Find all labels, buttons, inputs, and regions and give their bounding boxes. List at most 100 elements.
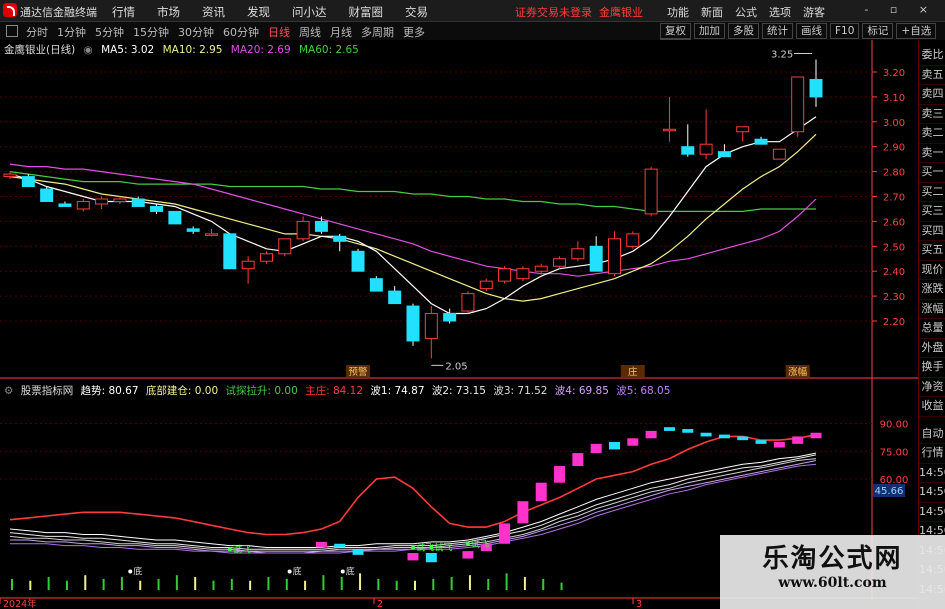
candle [150, 205, 164, 212]
wave4-value: 波4: 69.85 [554, 385, 609, 397]
side-panel-item-15[interactable]: 外盘 [919, 339, 945, 358]
candle [516, 268, 530, 280]
trend-bar [700, 432, 712, 437]
side-panel-bottom-item-0[interactable]: 自动 [919, 425, 945, 444]
price-label-2: 3.00 [883, 118, 905, 129]
price-label-8: 2.40 [883, 267, 905, 278]
trend-bar [682, 429, 694, 433]
wave5-value: 波5: 68.05 [616, 385, 671, 397]
wave2-value: 波2: 73.15 [431, 385, 486, 397]
candle [736, 126, 750, 133]
candle [131, 198, 145, 207]
side-panel-item-10[interactable]: 买五 [919, 241, 945, 261]
side-panel-separator [919, 417, 945, 425]
candle [479, 280, 493, 290]
side-panel-item-3[interactable]: 卖三 [919, 105, 945, 124]
side-panel-bottom-item-1[interactable]: 行情 [919, 444, 945, 464]
candle [241, 260, 255, 270]
trend-bar [718, 434, 730, 439]
candle [223, 233, 237, 270]
trend-bar [663, 427, 675, 431]
ind-label-1: 75.00 [880, 447, 909, 458]
side-panel-item-0[interactable]: 委比 [919, 46, 945, 66]
probe-dot [227, 547, 232, 552]
candle [259, 253, 273, 262]
side-panel-item-17[interactable]: 净资 [919, 378, 945, 397]
side-panel-item-8[interactable]: 买三 [919, 202, 945, 222]
di-dot [128, 569, 133, 574]
price-label-10: 2.20 [883, 317, 905, 328]
wave-line-2 [9, 454, 817, 550]
chart-area[interactable]: 3.20 3.10 3.00 2.90 2.80 2.70 2.60 2.50 2.40 2.30… [0, 0, 918, 609]
candle [443, 313, 457, 322]
candle [553, 258, 567, 267]
side-panel-item-14[interactable]: 总量 [919, 319, 945, 339]
side-panel-item-1[interactable]: 卖五 [919, 66, 945, 85]
circle-icon[interactable]: ◉ [84, 44, 93, 56]
candle [278, 238, 292, 255]
candle [314, 220, 328, 232]
side-panel-item-9[interactable]: 买四 [919, 222, 945, 241]
candle [699, 143, 713, 155]
side-panel-item-12[interactable]: 涨跌 [919, 280, 945, 300]
trend-bar [755, 440, 767, 444]
candle [113, 198, 127, 202]
trend-bar [407, 553, 419, 561]
candle [644, 168, 658, 215]
probe-dot [465, 541, 470, 546]
trend-bar [645, 430, 657, 439]
side-panel-item-16[interactable]: 换手 [919, 358, 945, 378]
side-panel-item-7[interactable]: 买二 [919, 183, 945, 202]
marker-2: 涨幅 [788, 366, 808, 378]
candle [589, 245, 603, 272]
wave1-value: 波1: 74.87 [370, 385, 425, 397]
side-panel-item-2[interactable]: 卖四 [919, 85, 945, 105]
probe-dot [429, 545, 434, 550]
price-label-7: 2.50 [883, 242, 905, 253]
candle [406, 305, 420, 342]
trend-bar [627, 438, 639, 446]
side-panel-item-18[interactable]: 收益 [919, 397, 945, 417]
price-label-0: 3.20 [883, 68, 905, 79]
candle [534, 265, 548, 272]
date-label-2: 3 [636, 599, 642, 609]
main-value: 主庄: 84.12 [305, 385, 364, 397]
side-panel-bottom-item-4[interactable]: 14:50 [919, 503, 945, 522]
candle [58, 203, 72, 207]
side-panel-item-4[interactable]: 卖二 [919, 124, 945, 144]
side-panel-item-5[interactable]: 卖一 [919, 144, 945, 163]
candle [717, 151, 731, 158]
marker-0: 预警 [349, 366, 369, 378]
trend-bar [609, 442, 620, 450]
side-panel-item-6[interactable]: 买一 [919, 163, 945, 183]
candle [21, 176, 35, 188]
ind-label-0: 90.00 [880, 420, 909, 431]
wave-line-1 [9, 452, 817, 548]
candle [681, 146, 695, 155]
probe-label-0: 试飞 [233, 543, 251, 555]
bottom-value: 底部建仓: 0.00 [145, 385, 219, 397]
di-dot [287, 569, 292, 574]
trend-bar [535, 482, 547, 502]
watermark: 乐淘公式网 www.60lt.com [720, 535, 945, 609]
candle [205, 233, 218, 236]
di-label-2: 底 [346, 566, 355, 578]
candle [809, 78, 823, 98]
side-panel-bottom-item-3[interactable]: 14:50 [919, 483, 945, 503]
candle [498, 268, 512, 282]
trend-bar [737, 436, 749, 441]
high-annotation: 3.25 [771, 50, 793, 61]
side-panel-bottom-item-2[interactable]: 14:50 [919, 464, 945, 483]
di-label-0: 底 [133, 566, 142, 578]
side-panel-item-13[interactable]: 涨幅 [919, 300, 945, 319]
gear-icon[interactable]: ⚙ [4, 385, 13, 397]
candle [754, 138, 768, 145]
candle [3, 173, 17, 178]
price-label-3: 2.90 [883, 143, 905, 154]
side-panel-item-11[interactable]: 现价 [919, 261, 945, 280]
trend-bar [773, 442, 785, 448]
trend-bar [517, 501, 529, 524]
ma20-legend: MA20: 2.69 [230, 44, 291, 56]
date-label-0: 2024年 [3, 598, 37, 609]
watermark-title: 乐淘公式网 [762, 544, 903, 574]
